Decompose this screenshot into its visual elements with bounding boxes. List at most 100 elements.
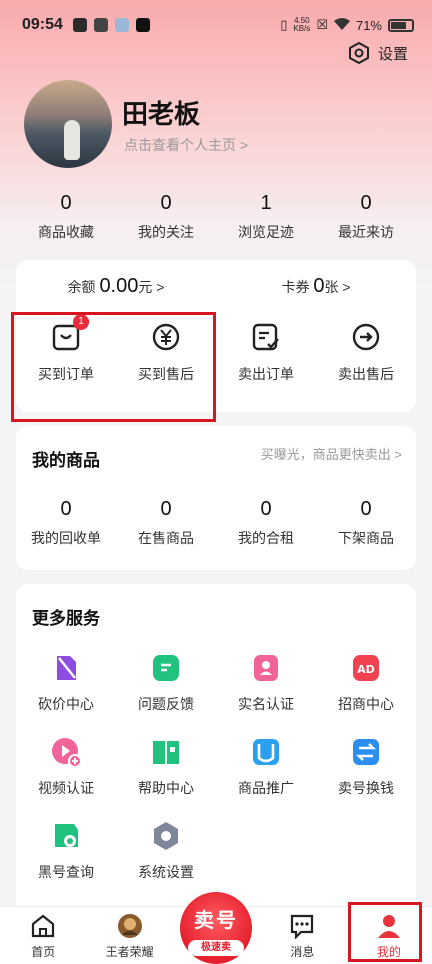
goods-value: 0 bbox=[260, 498, 272, 520]
goods-label: 我的合租 bbox=[238, 530, 294, 546]
promote-icon bbox=[250, 736, 282, 768]
app-icon bbox=[114, 18, 129, 32]
exchange-icon bbox=[350, 736, 382, 768]
goods-label: 在售商品 bbox=[138, 530, 194, 546]
coupon-value: 0 bbox=[313, 274, 325, 297]
coupon-suffix: 张 > bbox=[324, 278, 351, 295]
avatar[interactable] bbox=[24, 80, 112, 168]
stat-label: 最近来访 bbox=[338, 224, 394, 240]
chat-icon bbox=[289, 913, 315, 940]
my-goods-title: 我的商品 bbox=[32, 451, 100, 470]
stat-favorites[interactable]: 0 商品收藏 bbox=[16, 192, 116, 242]
tab-home[interactable]: 首页 bbox=[0, 907, 86, 964]
game-avatar-icon bbox=[117, 913, 143, 939]
order-label: 卖出订单 bbox=[238, 366, 294, 382]
service-label: 问题反馈 bbox=[138, 696, 194, 712]
stats-row: 0 商品收藏 0 我的关注 1 浏览足迹 0 最近来访 bbox=[16, 192, 416, 242]
home-icon bbox=[30, 913, 56, 939]
bargain-icon bbox=[50, 652, 82, 684]
balance-value: 0.00 bbox=[99, 274, 139, 297]
coupon-link[interactable]: 卡券 0张 > bbox=[216, 275, 416, 298]
wifi-icon bbox=[333, 17, 350, 33]
goods-shared-rent[interactable]: 0 我的合租 bbox=[216, 498, 316, 548]
mail-icon bbox=[93, 18, 108, 32]
order-label: 卖出售后 bbox=[338, 366, 394, 382]
stat-history[interactable]: 1 浏览足迹 bbox=[216, 192, 316, 242]
service-label: 卖号换钱 bbox=[338, 780, 394, 796]
balance-link[interactable]: 余额 0.00元 > bbox=[16, 275, 216, 298]
service-bargain[interactable]: 砍价中心 bbox=[16, 652, 116, 714]
vibrate-icon: ▯ bbox=[280, 17, 288, 32]
no-sim-icon: ☒ bbox=[316, 17, 328, 32]
stat-label: 我的关注 bbox=[138, 224, 194, 240]
goods-label: 我的回收单 bbox=[31, 530, 101, 546]
tiktok-icon bbox=[135, 18, 150, 32]
service-label: 实名认证 bbox=[238, 696, 294, 712]
goods-value: 0 bbox=[60, 498, 72, 520]
svg-text:AD: AD bbox=[357, 663, 375, 676]
network-speed: 4.50 KB/s bbox=[293, 17, 310, 33]
status-right: ▯ 4.50 KB/s ☒ 71% bbox=[280, 17, 414, 33]
sell-label: 卖号 bbox=[194, 910, 238, 932]
service-promote[interactable]: 商品推广 bbox=[216, 736, 316, 798]
profile-link[interactable]: 点击查看个人主页 > bbox=[124, 135, 248, 155]
balance-prefix: 余额 bbox=[67, 278, 96, 295]
service-label: 商品推广 bbox=[238, 780, 294, 796]
service-system-settings[interactable]: 系统设置 bbox=[116, 820, 216, 882]
service-realname[interactable]: 实名认证 bbox=[216, 652, 316, 714]
goods-row: 0 我的回收单 0 在售商品 0 我的合租 0 下架商品 bbox=[16, 498, 416, 548]
avatar-figure bbox=[64, 120, 80, 160]
tab-messages[interactable]: 消息 bbox=[259, 907, 345, 964]
goods-recycle[interactable]: 0 我的回收单 bbox=[16, 498, 116, 548]
service-help[interactable]: 帮助中心 bbox=[116, 736, 216, 798]
stat-value: 1 bbox=[260, 192, 272, 214]
settings-label: 设置 bbox=[377, 45, 408, 63]
wallet-row: 余额 0.00元 > 卡券 0张 > bbox=[16, 260, 416, 312]
goods-label: 下架商品 bbox=[338, 530, 394, 546]
tab-label: 消息 bbox=[290, 945, 315, 959]
service-merchant[interactable]: AD 招商中心 bbox=[316, 652, 416, 714]
services-grid: 砍价中心 问题反馈 实名认证 AD 招商中心 视频认证 帮助中心 商品推广 卖号… bbox=[16, 652, 416, 882]
stat-label: 商品收藏 bbox=[38, 224, 94, 240]
promote-hint-link[interactable]: 买曝光，商品更快卖出 > bbox=[261, 444, 402, 463]
order-sold-aftersale[interactable]: 卖出售后 bbox=[316, 322, 416, 384]
services-title: 更多服务 bbox=[32, 609, 100, 628]
doc-check-icon bbox=[251, 322, 281, 352]
service-feedback[interactable]: 问题反馈 bbox=[116, 652, 216, 714]
stat-value: 0 bbox=[60, 192, 72, 214]
service-label: 砍价中心 bbox=[38, 696, 94, 712]
my-goods-card: 我的商品 买曝光，商品更快卖出 > 0 我的回收单 0 在售商品 0 我的合租 … bbox=[16, 426, 416, 570]
status-time: 09:54 bbox=[22, 16, 63, 33]
goods-offline[interactable]: 0 下架商品 bbox=[316, 498, 416, 548]
stat-following[interactable]: 0 我的关注 bbox=[116, 192, 216, 242]
book-icon bbox=[150, 736, 182, 768]
stat-value: 0 bbox=[360, 192, 372, 214]
settings-hex-icon bbox=[348, 42, 369, 64]
tab-game[interactable]: 王者荣耀 bbox=[86, 907, 172, 964]
arrow-circle-icon bbox=[351, 322, 381, 352]
balance-suffix: 元 > bbox=[138, 278, 165, 295]
tab-label: 首页 bbox=[31, 945, 56, 959]
sell-sub-label: 极速卖 bbox=[188, 940, 244, 956]
service-label: 黑号查询 bbox=[38, 864, 94, 880]
sell-account-button[interactable]: 卖号 极速卖 bbox=[180, 892, 252, 964]
battery-icon bbox=[388, 18, 414, 32]
service-blacklist-check[interactable]: 黑号查询 bbox=[16, 820, 116, 882]
feedback-icon bbox=[150, 652, 182, 684]
order-sold[interactable]: 卖出订单 bbox=[216, 322, 316, 384]
service-label: 帮助中心 bbox=[138, 780, 194, 796]
stat-value: 0 bbox=[160, 192, 172, 214]
app-notification-icon bbox=[72, 18, 87, 32]
service-label: 视频认证 bbox=[38, 780, 94, 796]
service-video-verify[interactable]: 视频认证 bbox=[16, 736, 116, 798]
speed-unit: KB/s bbox=[293, 24, 311, 33]
service-sell-account[interactable]: 卖号换钱 bbox=[316, 736, 416, 798]
search-shield-icon bbox=[50, 820, 82, 852]
goods-value: 0 bbox=[160, 498, 172, 520]
coupon-prefix: 卡券 bbox=[281, 278, 310, 295]
highlight-box-mine bbox=[348, 902, 422, 962]
video-icon bbox=[50, 736, 82, 768]
settings-button[interactable]: 设置 bbox=[348, 42, 408, 64]
goods-on-sale[interactable]: 0 在售商品 bbox=[116, 498, 216, 548]
stat-visitors[interactable]: 0 最近来访 bbox=[316, 192, 416, 242]
